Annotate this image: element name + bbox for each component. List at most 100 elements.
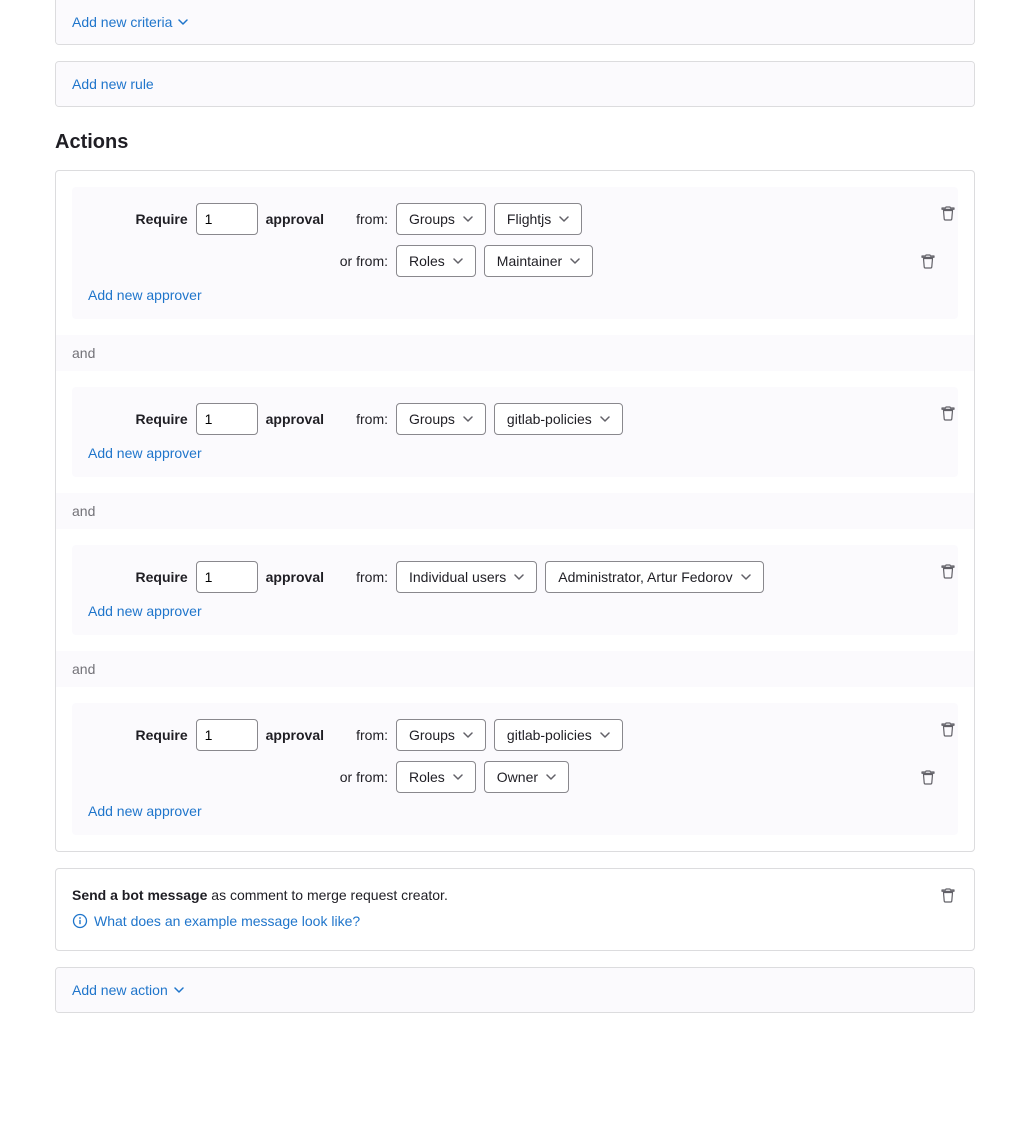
approver-type-value: Individual users [409,569,506,585]
approver-value: Owner [497,769,538,785]
bot-strong: Send a bot message [72,887,207,903]
approver-type-select[interactable]: Groups [396,203,486,235]
delete-approver-button[interactable] [914,247,942,275]
chevron-down-icon [453,772,463,782]
bot-message-card: Send a bot message as comment to merge r… [55,868,975,951]
actions-heading: Actions [55,131,975,154]
approver-value-select[interactable]: Administrator, Artur Fedorov [545,561,763,593]
add-approver-link[interactable]: Add new approver [88,603,202,619]
bot-help-label: What does an example message look like? [94,913,360,929]
action-block: Require approval from: Groups gitlab-policie… [56,387,974,477]
and-separator: and [56,651,974,687]
add-action-link[interactable]: Add new action [72,982,184,998]
approver-row: Require approval from: Individual users Admi… [88,561,942,593]
chevron-down-icon [463,730,473,740]
chevron-down-icon [741,572,751,582]
delete-approver-button[interactable] [914,763,942,791]
approver-value: gitlab-policies [507,727,592,743]
approver-value: Administrator, Artur Fedorov [558,569,732,585]
chevron-down-icon [463,214,473,224]
approver-value-select[interactable]: gitlab-policies [494,719,623,751]
or-from-label: or from: [340,253,388,269]
approver-value-select[interactable]: Owner [484,761,569,793]
action-block: Require approval from: Individual users Admi… [56,545,974,635]
bot-rest: as comment to merge request creator. [207,887,447,903]
delete-action-button[interactable] [934,557,962,585]
from-label: from: [356,411,388,427]
action-inner: Require approval from: Groups gitlab-policie… [72,703,958,835]
from-label: from: [356,211,388,227]
action-inner: Require approval from: Individual users Admi… [72,545,958,635]
approval-count-input[interactable] [196,719,258,751]
action-inner: Require approval from: Groups Flightjs or fro… [72,187,958,319]
approver-type-select[interactable]: Individual users [396,561,537,593]
chevron-down-icon [514,572,524,582]
action-inner: Require approval from: Groups gitlab-policie… [72,387,958,477]
approver-value: Maintainer [497,253,562,269]
require-label: Require [136,569,188,585]
chevron-down-icon [463,414,473,424]
add-approver-link[interactable]: Add new approver [88,445,202,461]
require-label: Require [136,727,188,743]
approver-type-value: Groups [409,211,455,227]
delete-action-button[interactable] [934,881,962,909]
action-block: Require approval from: Groups Flightjs or fro… [56,187,974,319]
approver-row: or from: Roles Owner [88,761,942,793]
add-rule-card: Add new rule [55,61,975,107]
approver-row: Require approval from: Groups Flightjs [88,203,942,235]
add-criteria-link[interactable]: Add new criteria [72,14,188,30]
chevron-down-icon [178,17,188,27]
delete-action-button[interactable] [934,715,962,743]
criteria-card: Add new criteria [55,0,975,45]
require-label: Require [136,411,188,427]
bot-message-text: Send a bot message as comment to merge r… [72,887,958,903]
chevron-down-icon [600,730,610,740]
add-approver-link[interactable]: Add new approver [88,287,202,303]
chevron-down-icon [600,414,610,424]
approver-row: Require approval from: Groups gitlab-policie… [88,403,942,435]
approval-label: approval [266,411,324,427]
action-block: Require approval from: Groups gitlab-policie… [56,703,974,835]
approver-row: or from: Roles Maintainer [88,245,942,277]
approval-count-input[interactable] [196,561,258,593]
approval-label: approval [266,569,324,585]
add-criteria-label: Add new criteria [72,14,172,30]
chevron-down-icon [546,772,556,782]
delete-action-button[interactable] [934,399,962,427]
approver-type-select[interactable]: Roles [396,761,476,793]
approval-label: approval [266,211,324,227]
info-icon [72,913,88,929]
approval-count-input[interactable] [196,203,258,235]
chevron-down-icon [559,214,569,224]
approver-value-select[interactable]: Maintainer [484,245,593,277]
approver-type-value: Roles [409,769,445,785]
or-from-label: or from: [340,769,388,785]
require-label: Require [136,211,188,227]
approver-type-value: Roles [409,253,445,269]
approver-value-select[interactable]: Flightjs [494,203,582,235]
approver-type-select[interactable]: Groups [396,719,486,751]
approval-label: approval [266,727,324,743]
approver-type-select[interactable]: Groups [396,403,486,435]
approver-type-value: Groups [409,727,455,743]
chevron-down-icon [570,256,580,266]
from-label: from: [356,569,388,585]
approver-row: Require approval from: Groups gitlab-policie… [88,719,942,751]
approver-value-select[interactable]: gitlab-policies [494,403,623,435]
add-approver-link[interactable]: Add new approver [88,803,202,819]
add-action-label: Add new action [72,982,168,998]
from-label: from: [356,727,388,743]
add-action-card: Add new action [55,967,975,1013]
approver-type-select[interactable]: Roles [396,245,476,277]
and-separator: and [56,335,974,371]
add-rule-link[interactable]: Add new rule [72,76,154,92]
approver-value: gitlab-policies [507,411,592,427]
chevron-down-icon [453,256,463,266]
and-separator: and [56,493,974,529]
actions-card: Require approval from: Groups Flightjs or fro… [55,170,975,852]
approval-count-input[interactable] [196,403,258,435]
approver-type-value: Groups [409,411,455,427]
approver-value: Flightjs [507,211,551,227]
bot-example-link[interactable]: What does an example message look like? [72,913,360,929]
delete-action-button[interactable] [934,199,962,227]
